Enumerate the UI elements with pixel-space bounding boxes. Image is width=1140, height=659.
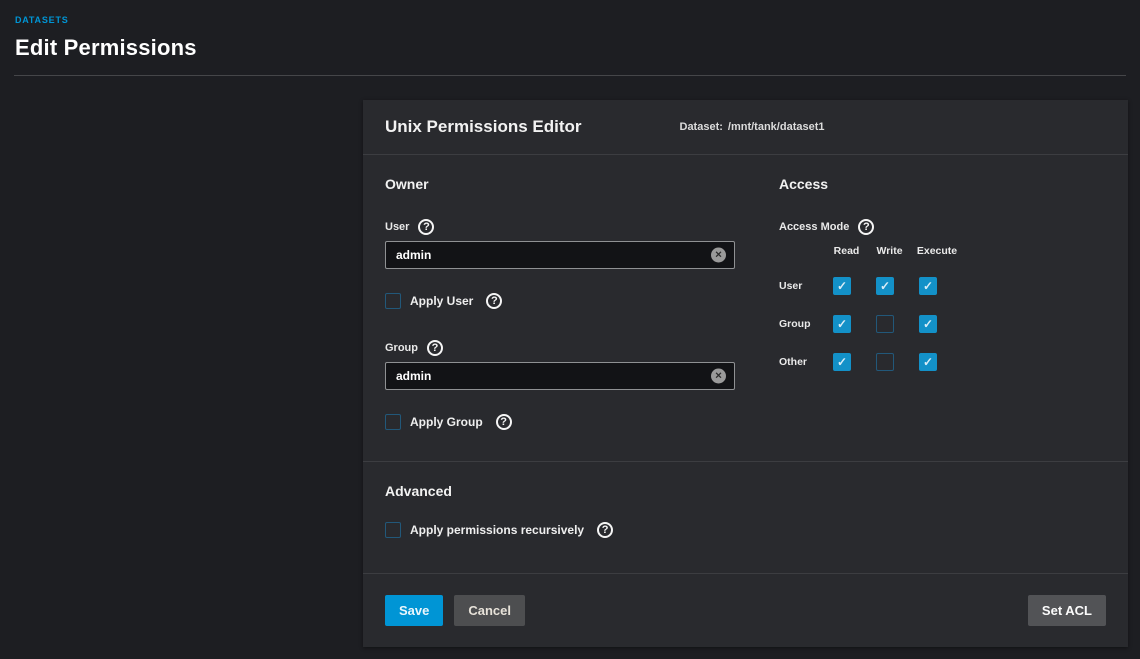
check-mark-icon: ✓: [923, 356, 933, 368]
group-clear-icon[interactable]: ✕: [711, 369, 726, 384]
row-label-group: Group: [779, 318, 825, 330]
user-input[interactable]: [385, 241, 735, 269]
advanced-section: Advanced ✓ Apply permissions recursively…: [363, 461, 1128, 573]
user-clear-icon[interactable]: ✕: [711, 248, 726, 263]
advanced-heading: Advanced: [385, 483, 1106, 499]
matrix-row-group: Group ✓ ✓ ✓: [779, 315, 1106, 333]
user-label: User: [385, 221, 409, 233]
cancel-button[interactable]: Cancel: [454, 595, 525, 626]
group-read-checkbox[interactable]: ✓: [833, 315, 851, 333]
check-mark-icon: ✓: [837, 318, 847, 330]
form-columns: Owner User ? ✕ ✓ Apply User ? Group ? ✕: [363, 155, 1128, 461]
group-write-checkbox[interactable]: ✓: [876, 315, 894, 333]
apply-user-checkbox[interactable]: ✓: [385, 293, 401, 309]
recursive-row: ✓ Apply permissions recursively ?: [385, 522, 1106, 538]
col-header-read: Read: [825, 245, 868, 257]
page-title: Edit Permissions: [15, 35, 1125, 61]
recursive-checkbox[interactable]: ✓: [385, 522, 401, 538]
access-mode-label: Access Mode: [779, 221, 849, 233]
apply-group-help-icon[interactable]: ?: [496, 414, 512, 430]
set-acl-button[interactable]: Set ACL: [1028, 595, 1106, 626]
apply-user-help-icon[interactable]: ?: [486, 293, 502, 309]
apply-group-checkbox[interactable]: ✓: [385, 414, 401, 430]
group-input-wrap: ✕: [385, 362, 735, 390]
access-heading: Access: [779, 176, 1106, 192]
user-help-icon[interactable]: ?: [418, 219, 434, 235]
matrix-header: Read Write Execute: [779, 245, 1106, 257]
row-label-user: User: [779, 280, 825, 292]
other-read-checkbox[interactable]: ✓: [833, 353, 851, 371]
check-mark-icon: ✓: [923, 318, 933, 330]
apply-user-row: ✓ Apply User ?: [385, 293, 757, 309]
breadcrumb-datasets[interactable]: DATASETS: [15, 15, 69, 25]
check-mark-icon: ✓: [923, 280, 933, 292]
group-label: Group: [385, 342, 418, 354]
user-write-checkbox[interactable]: ✓: [876, 277, 894, 295]
recursive-help-icon[interactable]: ?: [597, 522, 613, 538]
user-label-row: User ?: [385, 219, 757, 235]
group-label-row: Group ?: [385, 340, 757, 356]
save-button[interactable]: Save: [385, 595, 443, 626]
recursive-label: Apply permissions recursively: [410, 523, 584, 537]
unix-permissions-card: Unix Permissions Editor Dataset: /mnt/tan…: [363, 100, 1128, 647]
check-mark-icon: ✓: [837, 356, 847, 368]
apply-user-label: Apply User: [410, 294, 473, 308]
check-mark-icon: ✓: [880, 280, 890, 292]
owner-section: Owner User ? ✕ ✓ Apply User ? Group ? ✕: [385, 155, 757, 430]
other-write-checkbox[interactable]: ✓: [876, 353, 894, 371]
dataset-info: Dataset: /mnt/tank/dataset1: [680, 121, 825, 133]
row-label-other: Other: [779, 356, 825, 368]
group-execute-checkbox[interactable]: ✓: [919, 315, 937, 333]
group-input[interactable]: [385, 362, 735, 390]
col-header-execute: Execute: [911, 245, 963, 257]
access-mode-row: Access Mode ?: [779, 219, 1106, 235]
user-input-wrap: ✕: [385, 241, 735, 269]
apply-group-row: ✓ Apply Group ?: [385, 414, 757, 430]
dataset-label: Dataset:: [680, 121, 723, 133]
matrix-row-user: User ✓ ✓ ✓: [779, 277, 1106, 295]
col-header-write: Write: [868, 245, 911, 257]
page-divider: [14, 75, 1126, 76]
apply-group-label: Apply Group: [410, 415, 483, 429]
other-execute-checkbox[interactable]: ✓: [919, 353, 937, 371]
matrix-row-other: Other ✓ ✓ ✓: [779, 353, 1106, 371]
actions-bar: Save Cancel Set ACL: [363, 573, 1128, 647]
dataset-path: /mnt/tank/dataset1: [728, 121, 825, 133]
card-header: Unix Permissions Editor Dataset: /mnt/tan…: [363, 100, 1128, 155]
card-title: Unix Permissions Editor: [385, 117, 582, 137]
access-section: Access Access Mode ? Read Write Execute …: [757, 155, 1106, 371]
user-execute-checkbox[interactable]: ✓: [919, 277, 937, 295]
group-help-icon[interactable]: ?: [427, 340, 443, 356]
access-mode-help-icon[interactable]: ?: [858, 219, 874, 235]
access-matrix: Read Write Execute User ✓ ✓ ✓ Group ✓ ✓ …: [779, 245, 1106, 371]
page-header: DATASETS Edit Permissions: [0, 0, 1140, 61]
check-mark-icon: ✓: [837, 280, 847, 292]
user-read-checkbox[interactable]: ✓: [833, 277, 851, 295]
owner-heading: Owner: [385, 176, 757, 192]
